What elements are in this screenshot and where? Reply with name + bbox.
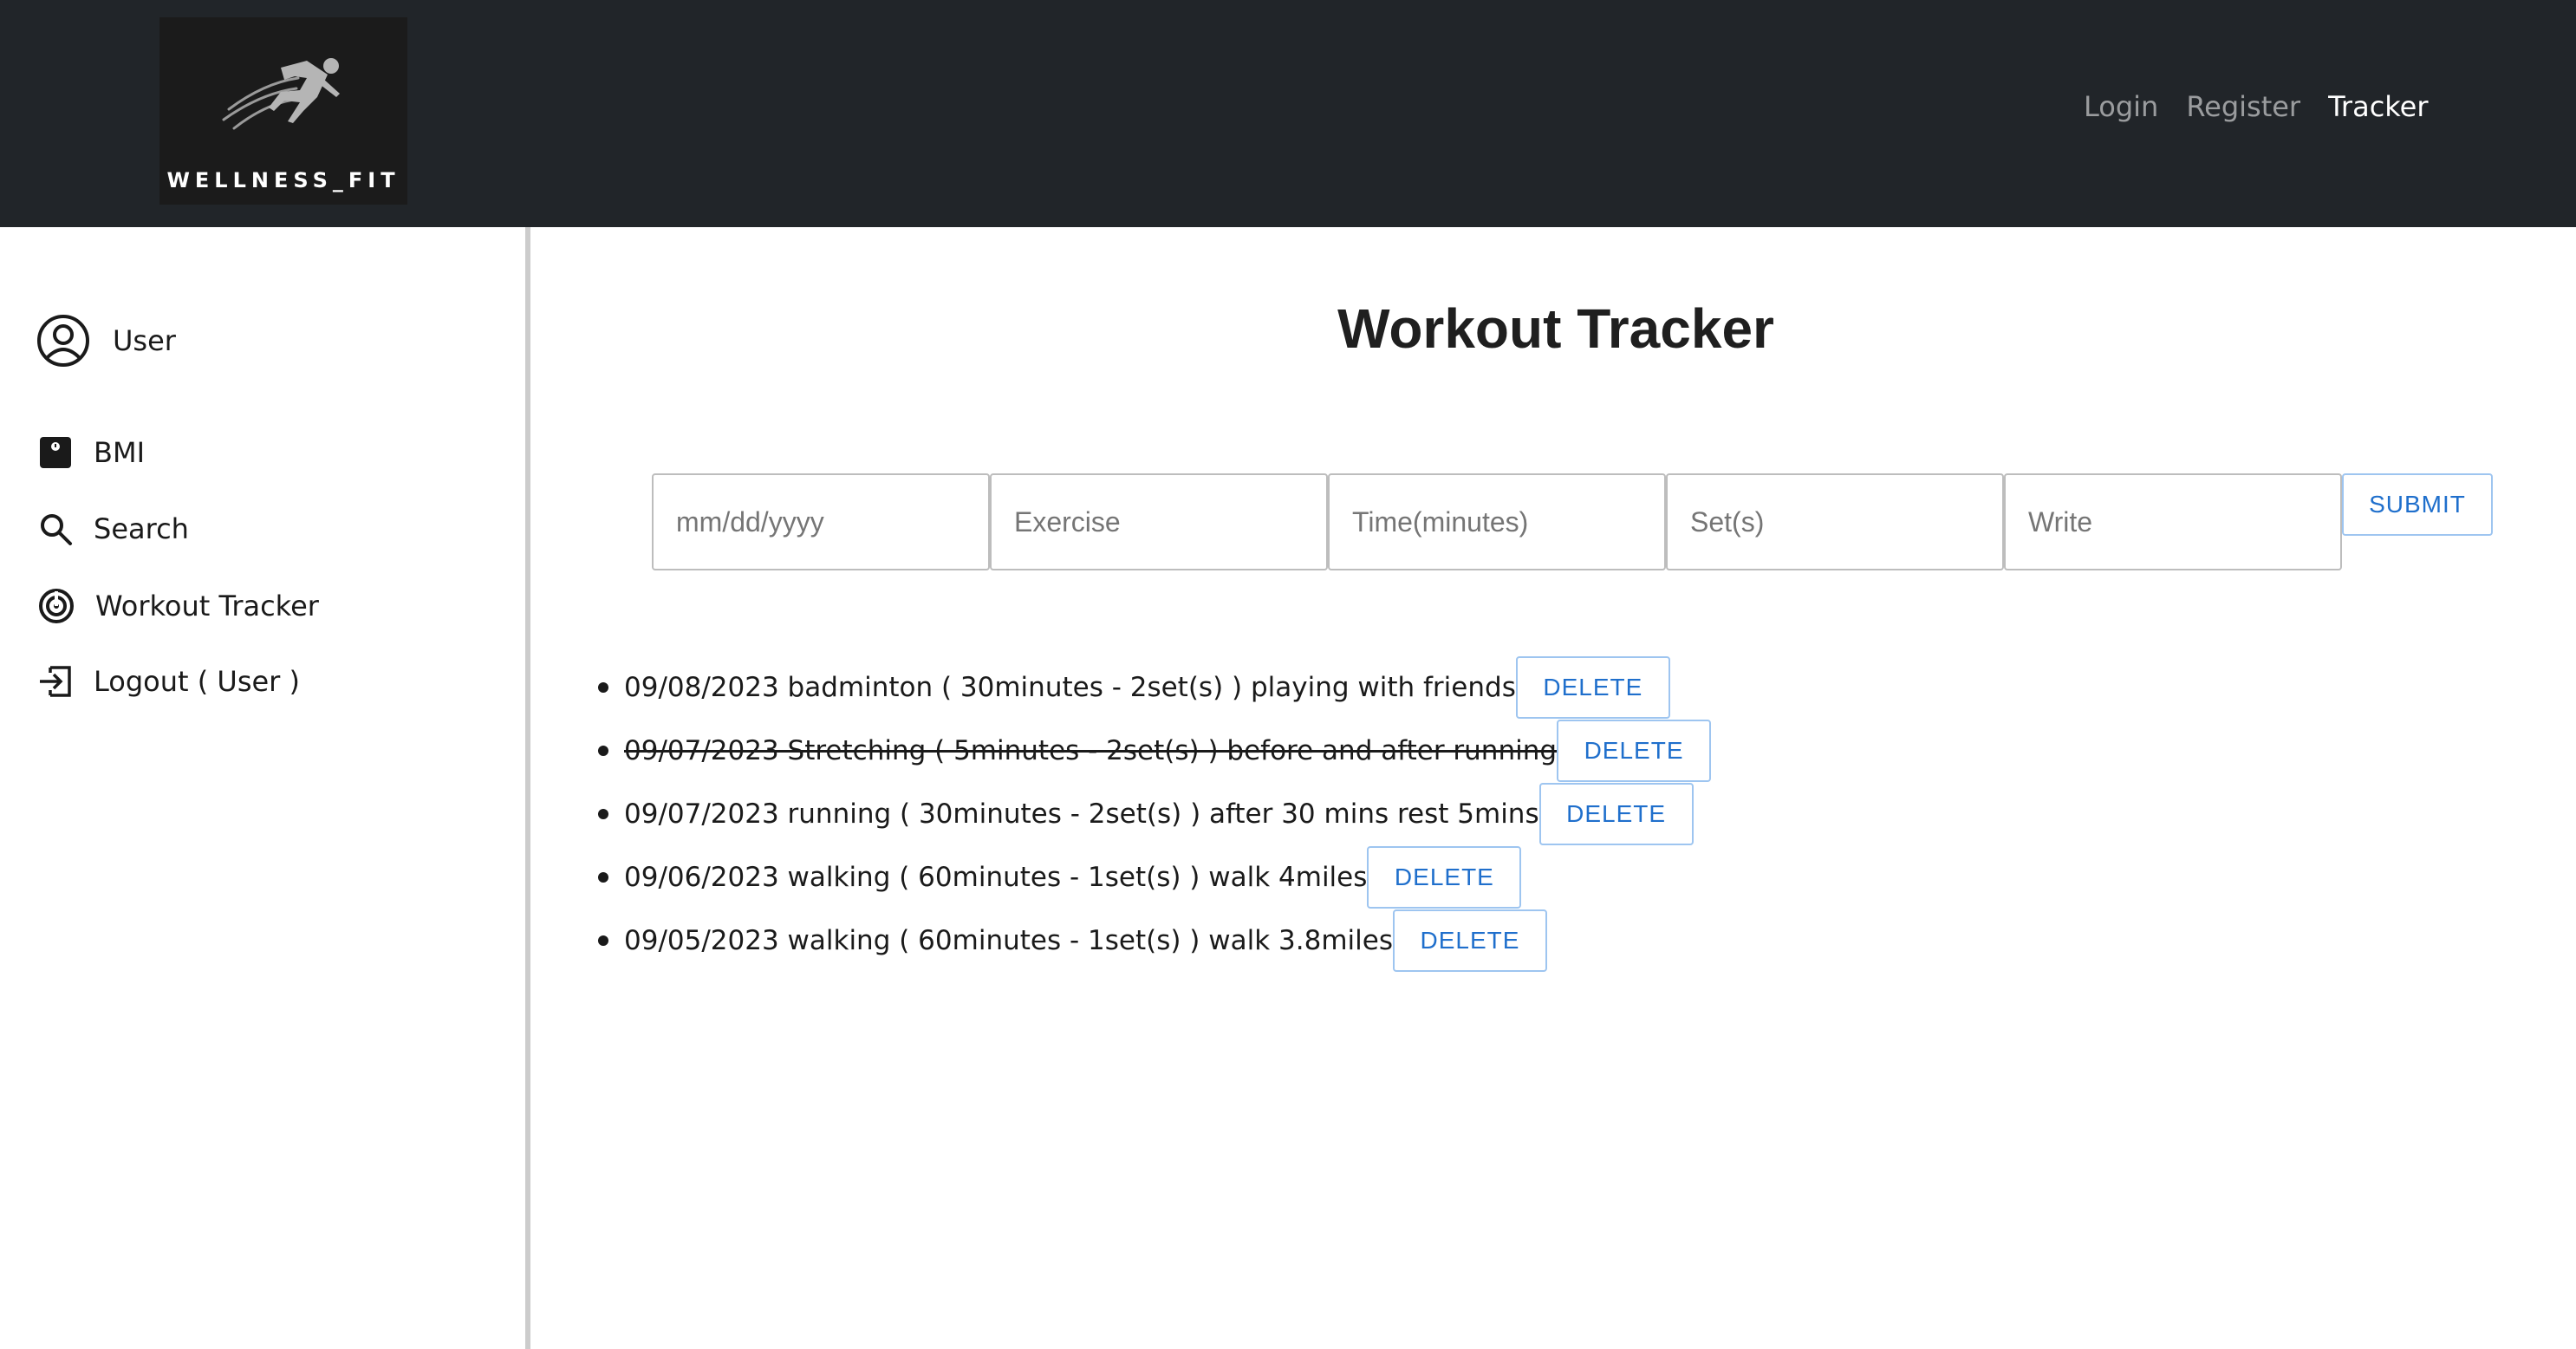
sidebar-item-bmi[interactable]: BMI	[38, 435, 145, 470]
sidebar-item-search[interactable]: Search	[38, 512, 189, 546]
sidebar-item-label: BMI	[94, 436, 145, 469]
sets-input[interactable]	[1666, 473, 2004, 570]
target-icon	[39, 589, 74, 623]
submit-button[interactable]: SUBMIT	[2342, 473, 2493, 536]
exercise-input[interactable]	[990, 473, 1328, 570]
sidebar-item-label: Search	[94, 512, 189, 545]
sidebar-item-label: Workout Tracker	[95, 590, 319, 622]
list-item: 09/08/2023 badminton ( 30minutes - 2set(…	[598, 655, 1711, 719]
brand-name: WELLNESS_FIT	[166, 168, 400, 192]
delete-button[interactable]: DELETE	[1538, 782, 1694, 845]
sidebar-item-label: Logout ( User )	[94, 665, 300, 698]
sidebar-item-logout[interactable]: Logout ( User )	[38, 664, 300, 699]
user-circle-icon	[37, 315, 89, 367]
runner-logo-icon	[222, 58, 340, 130]
sidebar-user-name: User	[113, 324, 176, 357]
entry-text: 09/05/2023 walking ( 60minutes - 1set(s)…	[624, 924, 1393, 956]
entry-text[interactable]: 09/07/2023 Stretching ( 5minutes - 2set(…	[624, 735, 1557, 766]
bullet-icon	[598, 808, 608, 819]
list-item: 09/06/2023 walking ( 60minutes - 1set(s)…	[598, 845, 1711, 909]
date-input[interactable]	[652, 473, 990, 570]
nav-links: Login Register Tracker	[2070, 90, 2443, 123]
entry-text: 09/06/2023 walking ( 60minutes - 1set(s)…	[624, 861, 1368, 893]
logout-icon	[40, 666, 71, 697]
sidebar-user[interactable]: User	[36, 314, 176, 368]
search-icon	[41, 514, 72, 545]
main-content: Workout Tracker SUBMIT 09/08/2023 badmin…	[536, 227, 2576, 1349]
nav-tracker-link[interactable]: Tracker	[2314, 90, 2442, 123]
workout-form: SUBMIT	[652, 473, 2493, 570]
delete-button[interactable]: DELETE	[1367, 845, 1522, 909]
entry-text: 09/08/2023 badminton ( 30minutes - 2set(…	[624, 671, 1516, 703]
list-item: 09/07/2023 running ( 30minutes - 2set(s)…	[598, 782, 1711, 845]
workout-list: 09/08/2023 badminton ( 30minutes - 2set(…	[598, 655, 1712, 972]
list-item: 09/07/2023 Stretching ( 5minutes - 2set(…	[598, 719, 1712, 782]
note-input[interactable]	[2004, 473, 2342, 570]
nav-register-link[interactable]: Register	[2172, 90, 2314, 123]
brand-logo[interactable]: WELLNESS_FIT	[159, 17, 407, 205]
bullet-icon	[598, 681, 608, 693]
bullet-icon	[598, 935, 608, 946]
sidebar-item-workout-tracker[interactable]: Workout Tracker	[38, 588, 319, 624]
bullet-icon	[598, 745, 608, 756]
top-navbar: WELLNESS_FIT Login Register Tracker	[0, 0, 2576, 227]
delete-button[interactable]: DELETE	[1515, 655, 1670, 719]
sidebar: User BMI Search Workout Tracker Logout (…	[0, 227, 530, 1349]
page-title: Workout Tracker	[1337, 297, 1774, 360]
scale-icon	[40, 437, 71, 468]
delete-button[interactable]: DELETE	[1392, 909, 1547, 972]
bullet-icon	[598, 871, 608, 883]
delete-button[interactable]: DELETE	[1557, 719, 1712, 782]
time-input[interactable]	[1328, 473, 1666, 570]
list-item: 09/05/2023 walking ( 60minutes - 1set(s)…	[598, 909, 1711, 972]
entry-text: 09/07/2023 running ( 30minutes - 2set(s)…	[624, 798, 1539, 830]
nav-login-link[interactable]: Login	[2070, 90, 2172, 123]
